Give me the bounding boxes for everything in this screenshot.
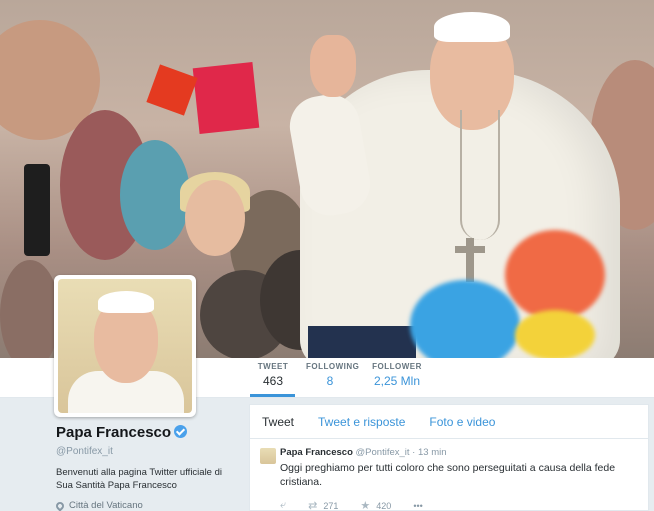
stat-followers-value: 2,25 Mln — [373, 374, 421, 388]
stat-tweets-value: 463 — [262, 374, 284, 388]
tab-tweet[interactable]: Tweet — [262, 415, 294, 429]
tweet-avatar[interactable] — [260, 448, 276, 464]
dark-banner — [308, 326, 416, 358]
tweet-header: Papa Francesco @Pontifex_it · 13 min — [280, 447, 638, 458]
stat-following[interactable]: FOLLOWING 8 — [306, 362, 360, 388]
retweet-button[interactable]: ⇄ 271 — [308, 499, 338, 511]
pectoral-cross — [466, 238, 474, 282]
crowd-figure — [0, 260, 60, 358]
yellow-feathers — [515, 310, 595, 358]
zucchetto — [434, 12, 510, 42]
timeline-panel: Tweet Tweet e risposte Foto e video Papa… — [249, 404, 649, 511]
more-button[interactable]: ••• — [413, 501, 422, 511]
stat-tweets[interactable]: TWEET 463 — [256, 362, 290, 388]
avatar-image — [58, 279, 192, 413]
tab-photos-and-videos[interactable]: Foto e video — [429, 415, 495, 429]
verified-badge-icon — [174, 425, 188, 438]
favorite-count: 420 — [376, 500, 392, 511]
stat-tweets-label: TWEET — [257, 362, 289, 371]
tweet-author-handle[interactable]: @Pontifex_it — [356, 447, 410, 458]
tweet-text: Oggi preghiamo per tutti coloro che sono… — [280, 462, 616, 488]
favorite-button[interactable]: ★ 420 — [360, 499, 391, 511]
phone-in-hand — [24, 164, 50, 256]
pectoral-chain — [460, 110, 500, 240]
red-feathers — [505, 230, 605, 320]
profile-card: Papa Francesco @Pontifex_it Benvenuti al… — [54, 424, 246, 511]
avatar-zucchetto — [98, 291, 154, 313]
reply-button[interactable]: ⤶ — [280, 499, 286, 511]
reply-icon: ⤶ — [280, 499, 287, 511]
stat-following-label: FOLLOWING — [306, 362, 360, 371]
woman-face — [185, 180, 245, 256]
red-sign — [192, 62, 260, 134]
stat-followers[interactable]: FOLLOWER 2,25 Mln — [370, 362, 424, 388]
profile-bio: Benvenuti alla pagina Twitter ufficiale … — [56, 467, 223, 491]
retweet-count: 271 — [323, 500, 339, 511]
profile-location: Città del Vaticano — [54, 499, 246, 511]
tweet-separator: · — [412, 447, 416, 458]
flag — [146, 64, 198, 116]
active-stat-underline — [250, 394, 295, 397]
tweet-timestamp[interactable]: 13 min — [418, 447, 447, 458]
more-icon: ••• — [413, 500, 423, 511]
profile-name[interactable]: Papa Francesco — [56, 424, 171, 441]
tab-tweets-and-replies[interactable]: Tweet e risposte — [318, 415, 405, 429]
star-icon: ★ — [360, 500, 371, 511]
stat-followers-label: FOLLOWER — [372, 362, 422, 371]
tweet-item[interactable]: Papa Francesco @Pontifex_it · 13 min Ogg… — [250, 439, 648, 511]
stat-following-value: 8 — [326, 374, 334, 388]
profile-location-text: Città del Vaticano — [69, 500, 143, 511]
pectoral-cross — [455, 246, 485, 253]
profile-handle[interactable]: @Pontifex_it — [56, 446, 246, 457]
tweet-actions: ⤶ ⇄ 271 ★ 420 ••• — [280, 499, 638, 511]
twitter-profile-page: TWEET 463 FOLLOWING 8 FOLLOWER 2,25 Mln … — [0, 0, 654, 511]
retweet-icon: ⇄ — [308, 500, 318, 511]
tweet-author-name[interactable]: Papa Francesco — [280, 447, 353, 458]
profile-avatar[interactable] — [54, 275, 196, 417]
timeline-tabs: Tweet Tweet e risposte Foto e video — [250, 405, 648, 439]
location-pin-icon — [54, 499, 66, 511]
waving-hand — [310, 35, 356, 97]
